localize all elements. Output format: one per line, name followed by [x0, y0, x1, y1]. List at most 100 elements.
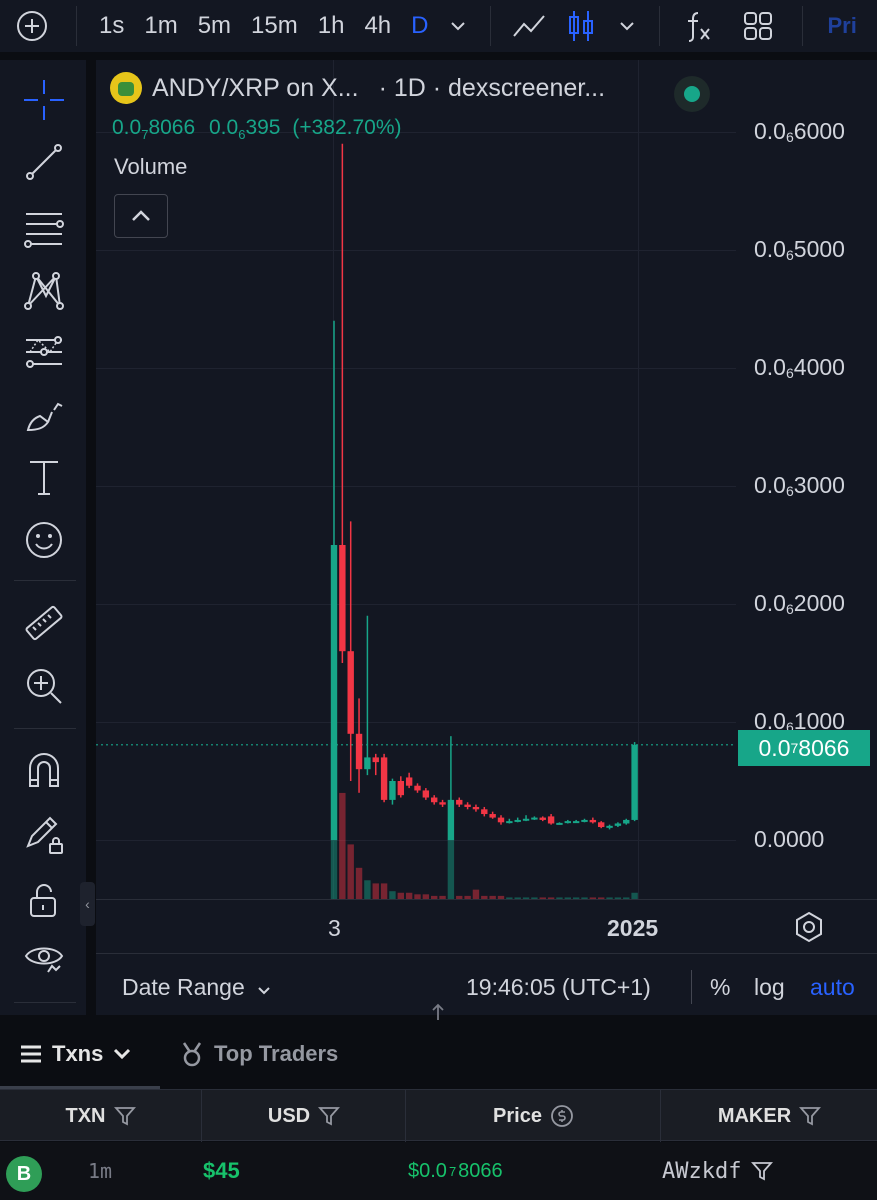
brush-icon[interactable] — [18, 388, 70, 440]
emoji-icon[interactable] — [18, 514, 70, 566]
candle-body — [522, 818, 530, 821]
candle-body — [397, 781, 404, 796]
candle-body — [355, 733, 363, 770]
price-axis-label: 0.065000 — [754, 236, 845, 263]
price-axis-label: 0.066000 — [754, 118, 845, 145]
toolbar-separator — [14, 1002, 76, 1003]
date-range-dropdown[interactable]: Date Range — [122, 974, 271, 1001]
crosshair-icon[interactable] — [18, 74, 70, 126]
column-header-maker[interactable]: MAKER — [662, 1090, 877, 1142]
interval-d[interactable]: D — [401, 0, 438, 52]
column-header-txn[interactable]: TXN — [0, 1090, 202, 1142]
toolbar-separator — [802, 6, 804, 46]
candle-body — [447, 799, 455, 840]
add-circle-icon[interactable] — [0, 0, 64, 52]
price-tab[interactable]: Pri — [815, 13, 856, 39]
interval-1h[interactable]: 1h — [308, 0, 355, 52]
candle-body — [631, 744, 638, 820]
time-axis-line — [96, 899, 877, 900]
candle-body — [439, 802, 446, 805]
candle-body — [464, 804, 471, 807]
tab-top-traders[interactable]: Top Traders — [180, 1020, 338, 1088]
chart-settings-icon[interactable] — [792, 910, 826, 944]
candle-body — [481, 809, 488, 815]
ruler-icon[interactable] — [18, 598, 70, 650]
lock-draw-icon[interactable] — [18, 808, 70, 860]
token-avatar — [110, 72, 142, 104]
projection-icon[interactable] — [18, 326, 70, 378]
trendline-icon[interactable] — [18, 136, 70, 188]
candle-body — [589, 819, 597, 823]
candle-body — [414, 785, 421, 791]
interval-15m[interactable]: 15m — [241, 0, 308, 52]
filter-icon[interactable] — [318, 1106, 341, 1126]
collapse-toolbar-button[interactable]: ‹ — [80, 882, 95, 926]
log-scale-toggle[interactable]: log — [754, 974, 785, 1001]
symbol-title[interactable]: ANDY/XRP on X... · 1D · dexscreener... — [110, 72, 605, 104]
candle-body — [623, 819, 630, 824]
chevron-up-icon — [132, 210, 150, 221]
toolbar-separator — [76, 6, 77, 46]
price-axis-label: 0.0000 — [754, 826, 825, 852]
chevron-down-icon[interactable] — [438, 0, 478, 52]
volume-bar — [347, 844, 354, 899]
candle-body — [606, 825, 613, 828]
currency-toggle-icon[interactable] — [550, 1104, 574, 1128]
candle-body — [497, 817, 505, 823]
filter-icon[interactable] — [751, 1161, 774, 1181]
chevron-down-icon[interactable] — [607, 0, 647, 52]
tab-txns[interactable]: Txns — [20, 1020, 131, 1088]
candle-body — [547, 816, 555, 824]
live-status-icon — [674, 76, 710, 112]
eye-icon[interactable] — [18, 932, 70, 984]
layouts-grid-icon[interactable] — [726, 0, 790, 52]
percent-scale-toggle[interactable]: % — [710, 974, 730, 1001]
column-header-usd[interactable]: USD — [203, 1090, 406, 1142]
symbol-meta: · 1D · dexscreener... — [378, 73, 606, 102]
candle-body — [514, 819, 521, 822]
txn-maker[interactable]: AWzkdf — [662, 1142, 774, 1200]
txn-age: 1m — [88, 1159, 113, 1183]
line-chart-icon[interactable] — [503, 0, 555, 52]
volume-bar — [447, 839, 455, 899]
volume-bar — [472, 889, 480, 899]
candle-body — [472, 806, 480, 810]
candle-body — [489, 814, 496, 818]
ohlc-high: 0.06395 — [209, 116, 281, 143]
candle-body — [339, 545, 346, 652]
interval-5m[interactable]: 5m — [188, 0, 241, 52]
zoom-in-icon[interactable] — [18, 660, 70, 712]
volume-collapse-button[interactable] — [114, 194, 168, 238]
column-header-price[interactable]: Price — [407, 1090, 661, 1142]
toolbar-separator — [14, 728, 76, 729]
candle-body — [405, 777, 413, 786]
toolbar-separator — [659, 6, 661, 46]
interval-4h[interactable]: 4h — [354, 0, 401, 52]
auto-scale-toggle[interactable]: auto — [810, 974, 855, 1001]
list-icon — [21, 1045, 41, 1063]
candle-body — [431, 797, 438, 803]
filter-icon[interactable] — [113, 1106, 136, 1126]
text-icon[interactable] — [18, 452, 70, 504]
table-row[interactable]: B 1m $45 $0.0 7 8066 AWzkdf — [0, 1142, 877, 1200]
candle-body — [347, 651, 354, 734]
clock-timezone[interactable]: 19:46:05 (UTC+1) — [466, 974, 651, 1001]
candles-icon[interactable] — [555, 0, 607, 52]
interval-1m[interactable]: 1m — [134, 0, 187, 52]
volume-bar — [380, 883, 388, 899]
candle-body — [506, 821, 513, 824]
fib-lines-icon[interactable] — [18, 202, 70, 254]
ohlc-close: 0.078066 — [112, 116, 196, 143]
interval-1s[interactable]: 1s — [89, 0, 134, 52]
candle-body — [564, 821, 571, 824]
pattern-icon[interactable] — [18, 264, 70, 316]
chart-panel[interactable]: ANDY/XRP on X... · 1D · dexscreener... 0… — [96, 60, 877, 1015]
magnet-icon[interactable] — [18, 744, 70, 796]
candle-body — [581, 819, 588, 822]
toolbar-separator — [490, 6, 492, 46]
unlock-icon[interactable] — [18, 874, 70, 926]
candlestick-plot[interactable] — [96, 60, 736, 899]
indicators-fx-icon[interactable] — [672, 0, 726, 52]
time-label-3: 3 — [328, 915, 341, 941]
filter-icon[interactable] — [799, 1106, 822, 1126]
